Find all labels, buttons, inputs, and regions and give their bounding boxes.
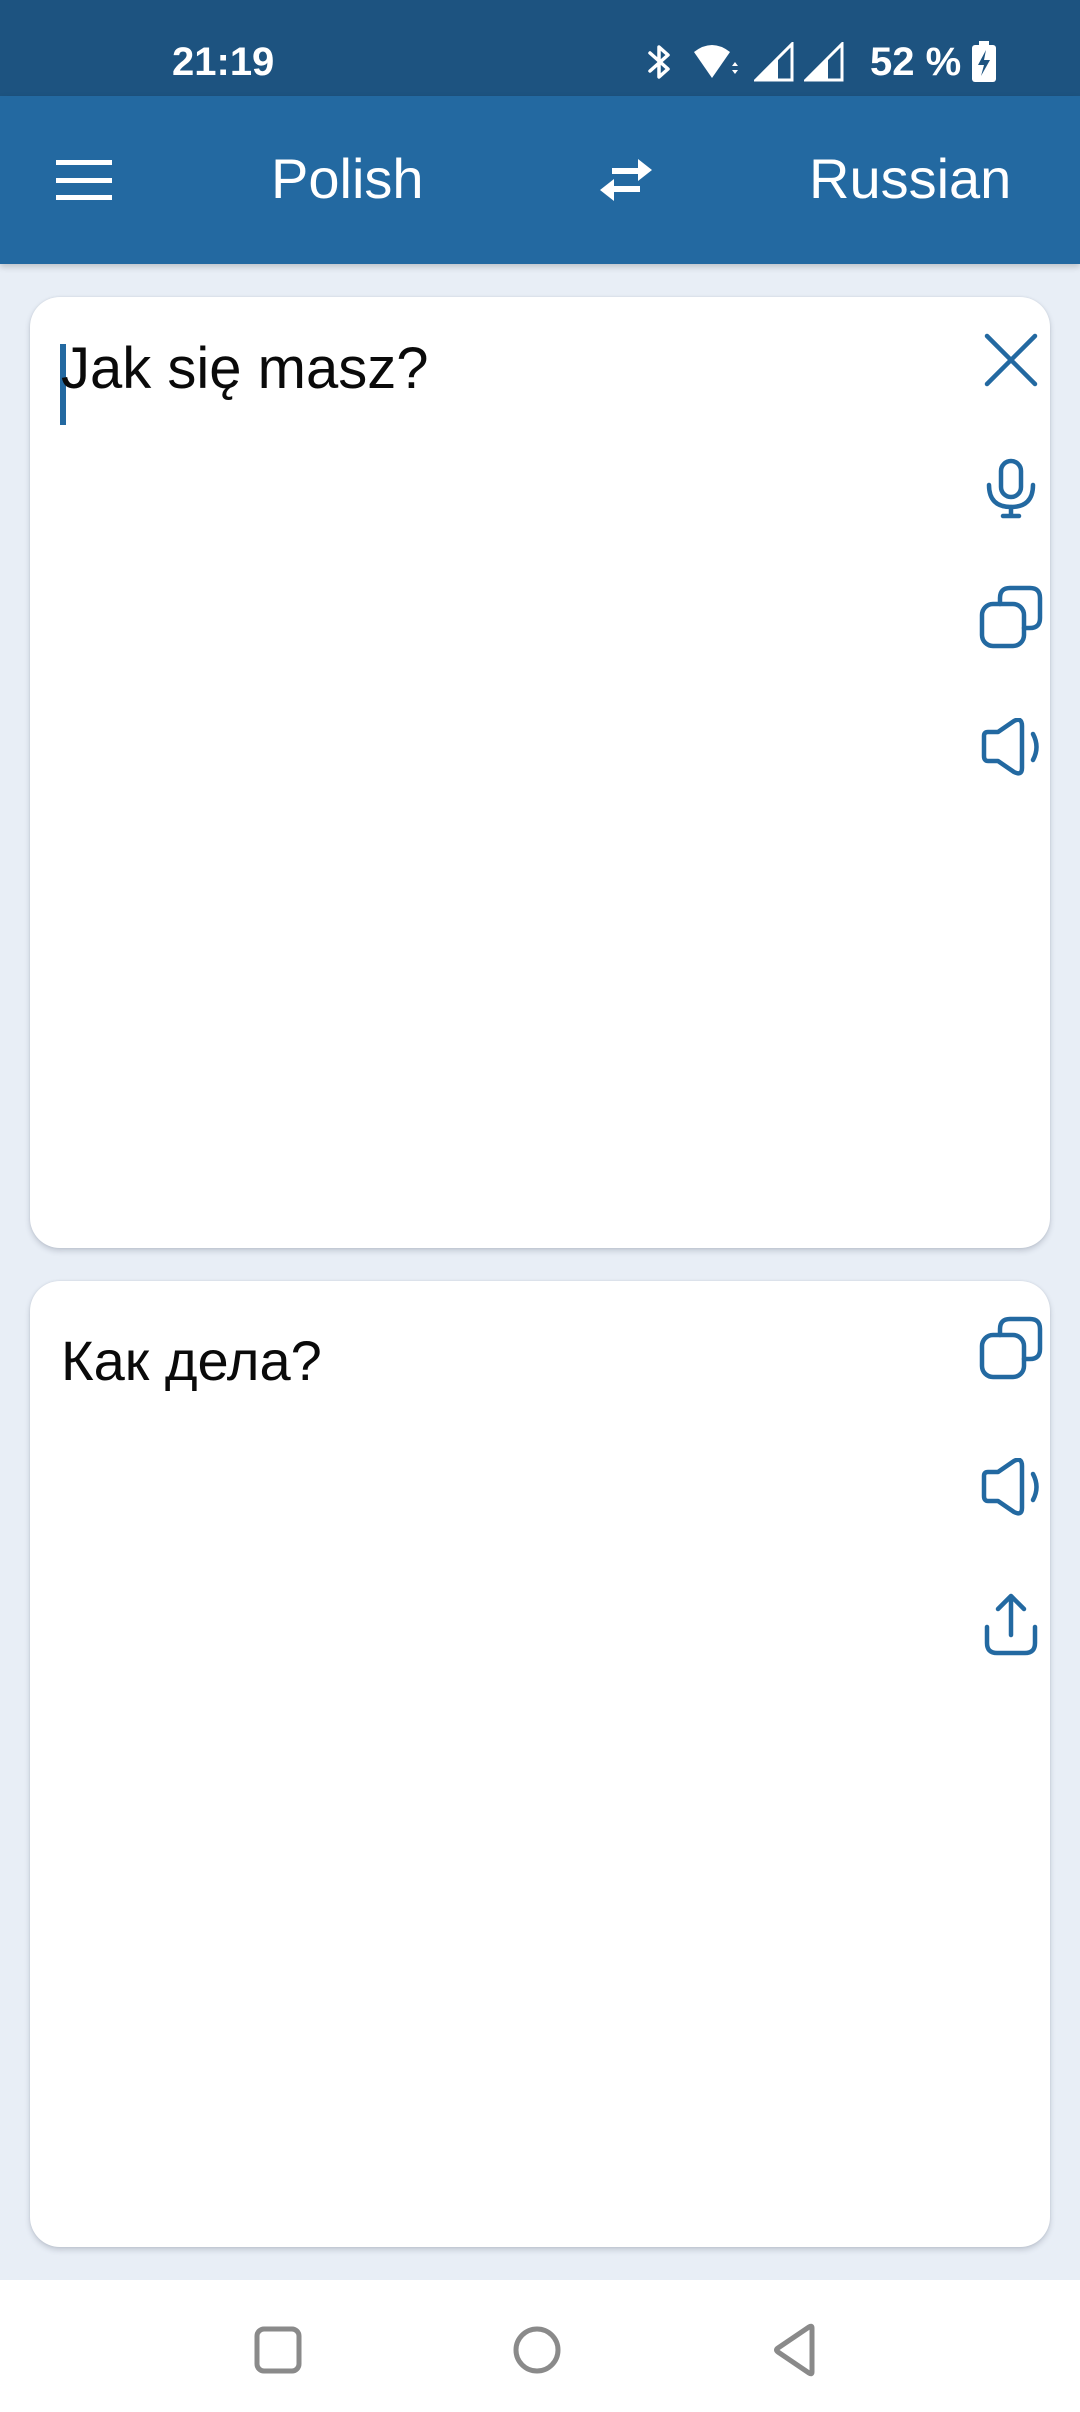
app-bar: Polish Russian	[0, 96, 1080, 264]
status-time: 21:19	[172, 40, 275, 84]
source-language-button[interactable]: Polish	[271, 144, 424, 214]
close-icon	[984, 333, 1038, 387]
menu-button[interactable]	[44, 148, 124, 212]
hamburger-menu-icon	[56, 160, 112, 200]
battery-charging-icon	[971, 41, 997, 83]
clear-button[interactable]	[966, 315, 1056, 405]
share-button[interactable]	[966, 1579, 1056, 1669]
copy-translation-button[interactable]	[966, 1303, 1056, 1393]
microphone-icon	[986, 458, 1036, 519]
speak-translation-button[interactable]	[966, 1442, 1056, 1532]
speaker-icon	[981, 1458, 1039, 1516]
swap-languages-button[interactable]	[590, 150, 662, 210]
wifi-icon	[692, 42, 740, 82]
signal-icon	[754, 42, 796, 82]
bluetooth-icon	[646, 42, 674, 82]
recents-button[interactable]	[238, 2310, 318, 2390]
status-bar: 21:19 52 %	[0, 0, 1080, 96]
source-text-input[interactable]: Jak się masz?	[61, 329, 428, 409]
copy-icon	[979, 1316, 1043, 1380]
signal-icon	[804, 42, 846, 82]
system-nav-bar	[0, 2280, 1080, 2412]
speaker-icon	[981, 718, 1039, 776]
input-card: Jak się masz?	[30, 297, 1050, 1248]
translated-text: Как дела?	[61, 1329, 322, 1392]
share-icon	[984, 1593, 1038, 1656]
status-icons: 52 %	[646, 40, 997, 84]
swap-arrows-icon	[600, 159, 652, 201]
square-icon	[254, 2326, 302, 2374]
back-triangle-icon	[774, 2323, 815, 2377]
target-language-button[interactable]: Russian	[809, 144, 1011, 214]
back-button[interactable]	[755, 2310, 835, 2390]
copy-icon	[979, 585, 1043, 649]
microphone-button[interactable]	[966, 444, 1056, 534]
circle-icon	[513, 2326, 561, 2374]
speak-source-button[interactable]	[966, 702, 1056, 792]
output-card: Как дела?	[30, 1281, 1050, 2247]
home-button[interactable]	[497, 2310, 577, 2390]
copy-source-button[interactable]	[966, 572, 1056, 662]
battery-percent: 52 %	[870, 40, 962, 84]
